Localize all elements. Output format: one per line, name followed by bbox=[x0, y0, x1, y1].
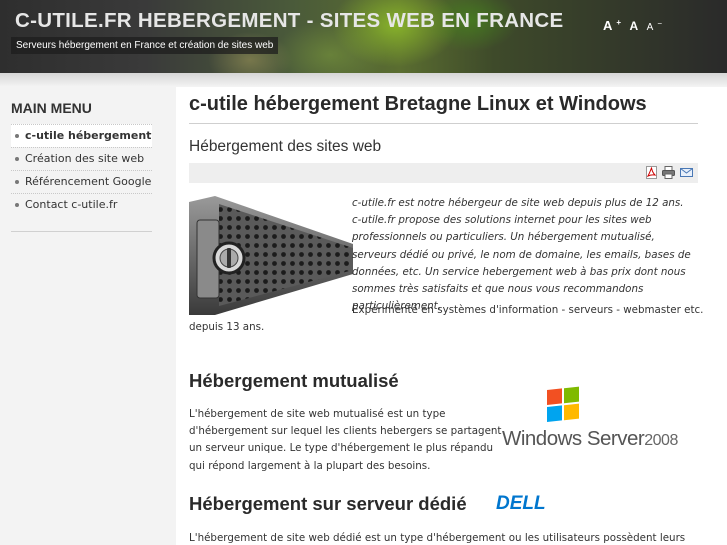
bullet-icon bbox=[15, 134, 19, 138]
font-decrease-button[interactable]: A − bbox=[647, 19, 662, 33]
dell-logo: DELL bbox=[496, 493, 546, 512]
article-title[interactable]: Hébergement des sites web bbox=[189, 138, 381, 156]
bullet-icon bbox=[15, 180, 19, 184]
windows-server-logo: Windows Server2008 bbox=[502, 427, 678, 451]
menu-item-creation[interactable]: Création des site web bbox=[11, 147, 152, 170]
intro-paragraph: c-utile.fr est notre hébergeur de site w… bbox=[352, 197, 691, 313]
server-image bbox=[189, 196, 353, 315]
menu-item-referencement[interactable]: Référencement Google bbox=[11, 170, 152, 193]
experience-text: Expérimenté en systèmes d'information - … bbox=[352, 304, 704, 316]
shared-hosting-heading: Hébergement mutualisé bbox=[189, 370, 399, 391]
menu-item-label: c-utile hébergement bbox=[25, 129, 152, 142]
experience-text-end: depuis 13 ans. bbox=[189, 321, 265, 333]
font-reset-button[interactable]: A bbox=[630, 19, 639, 33]
menu-item-label: Création des site web bbox=[25, 152, 145, 165]
page-title: c-utile hébergement Bretagne Linux et Wi… bbox=[189, 93, 647, 115]
font-size-controls: A + A A − bbox=[603, 17, 666, 35]
title-divider bbox=[189, 123, 698, 124]
dedicated-hosting-text: L'hébergement de site web dédié est un t… bbox=[189, 532, 686, 544]
dedicated-hosting-heading: Hébergement sur serveur dédié bbox=[189, 493, 467, 514]
main-menu-title: MAIN MENU bbox=[11, 100, 92, 116]
menu-item-hebergement[interactable]: c-utile hébergement bbox=[11, 124, 152, 147]
font-increase-label: A bbox=[603, 18, 613, 33]
pdf-icon[interactable] bbox=[645, 166, 658, 179]
email-icon[interactable] bbox=[680, 166, 693, 179]
menu-item-label: Contact c-utile.fr bbox=[25, 198, 118, 211]
site-tagline: Serveurs hébergement en France et créati… bbox=[11, 37, 279, 54]
main-menu: c-utile hébergement Création des site we… bbox=[11, 124, 152, 216]
shared-hosting-text: L'hébergement de site web mutualisé est … bbox=[189, 408, 502, 472]
windows-server-year: 2008 bbox=[644, 432, 678, 449]
font-decrease-label: A bbox=[646, 22, 654, 33]
menu-item-label: Référencement Google bbox=[25, 175, 152, 188]
dell-logo-text: DELL bbox=[496, 493, 546, 512]
header-divider bbox=[0, 73, 727, 87]
site-title[interactable]: C-UTILE.FR HEBERGEMENT - SITES WEB EN FR… bbox=[15, 9, 563, 33]
windows-server-label: Windows Server bbox=[502, 427, 645, 450]
print-icon[interactable] bbox=[662, 166, 675, 179]
site-header: C-UTILE.FR HEBERGEMENT - SITES WEB EN FR… bbox=[0, 0, 727, 73]
bullet-icon bbox=[15, 157, 19, 161]
bullet-icon bbox=[15, 203, 19, 207]
main-content: c-utile hébergement Bretagne Linux et Wi… bbox=[176, 87, 727, 545]
article-toolbar bbox=[189, 163, 698, 183]
menu-divider bbox=[11, 231, 152, 232]
font-increase-button[interactable]: A + bbox=[603, 18, 621, 33]
sidebar: MAIN MENU c-utile hébergement Création d… bbox=[0, 87, 176, 545]
menu-item-contact[interactable]: Contact c-utile.fr bbox=[11, 193, 152, 216]
